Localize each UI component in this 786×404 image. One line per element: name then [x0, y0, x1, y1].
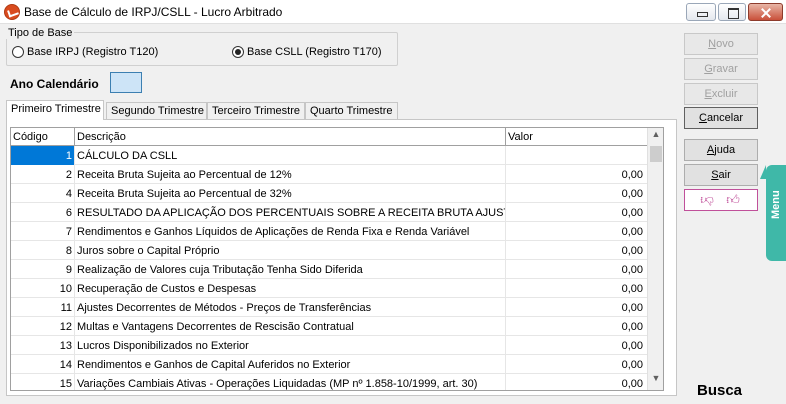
thumbs-down-icon[interactable]: 👍︎ — [699, 193, 715, 208]
grid-rows: 1 CÁLCULO DA CSLL 2 Receita Bruta Sujeit… — [11, 146, 647, 390]
radio-dot[interactable] — [12, 46, 24, 58]
app-icon — [4, 4, 20, 20]
header-descricao[interactable]: Descrição — [75, 128, 506, 146]
table-row[interactable]: 1 CÁLCULO DA CSLL — [11, 146, 647, 165]
cell-code[interactable]: 7 — [11, 222, 75, 241]
cell-desc[interactable]: Variações Cambiais Ativas - Operações Li… — [75, 374, 506, 390]
radio-dot-selected[interactable] — [232, 46, 244, 58]
tab-primeiro-trimestre[interactable]: Primeiro Trimestre — [6, 100, 104, 120]
cell-value[interactable]: 0,00 — [506, 165, 647, 184]
grid-header: Código Descrição Valor — [11, 128, 647, 146]
gravar-button[interactable]: Gravar — [684, 58, 758, 80]
table-row[interactable]: 11 Ajustes Decorrentes de Métodos - Preç… — [11, 298, 647, 317]
table-row[interactable]: 7 Rendimentos e Ganhos Líquidos de Aplic… — [11, 222, 647, 241]
cell-code[interactable]: 4 — [11, 184, 75, 203]
cell-desc[interactable]: Recuperação de Custos e Despesas — [75, 279, 506, 298]
excluir-button[interactable]: Excluir — [684, 83, 758, 105]
sair-button[interactable]: Sair — [684, 164, 758, 186]
header-codigo[interactable]: Código — [11, 128, 75, 146]
side-menu-label: Menu — [770, 190, 782, 219]
cell-code[interactable]: 11 — [11, 298, 75, 317]
scroll-thumb[interactable] — [650, 146, 662, 162]
table-row[interactable]: 2 Receita Bruta Sujeita ao Percentual de… — [11, 165, 647, 184]
table-row[interactable]: 12 Multas e Vantagens Decorrentes de Res… — [11, 317, 647, 336]
vertical-scrollbar[interactable]: ▲ ▼ — [647, 128, 663, 390]
cell-desc[interactable]: Juros sobre o Capital Próprio — [75, 241, 506, 260]
cell-desc[interactable]: RESULTADO DA APLICAÇÃO DOS PERCENTUAIS S… — [75, 203, 506, 222]
cell-code[interactable]: 6 — [11, 203, 75, 222]
cell-value[interactable]: 0,00 — [506, 279, 647, 298]
cell-code[interactable]: 8 — [11, 241, 75, 260]
ano-calendario-input[interactable] — [110, 72, 142, 93]
cell-code[interactable]: 14 — [11, 355, 75, 374]
novo-button[interactable]: Novo — [684, 33, 758, 55]
tab-quarto-trimestre[interactable]: Quarto Trimestre — [305, 102, 398, 119]
feedback-box: 👍︎ 👍︎ — [684, 189, 758, 211]
minimize-button[interactable] — [686, 3, 716, 21]
data-grid[interactable]: Código Descrição Valor 1 CÁLCULO DA CSLL… — [10, 127, 664, 391]
cell-desc[interactable]: Receita Bruta Sujeita ao Percentual de 3… — [75, 184, 506, 203]
cell-value[interactable]: 0,00 — [506, 374, 647, 390]
cell-desc[interactable]: Rendimentos e Ganhos Líquidos de Aplicaç… — [75, 222, 506, 241]
tipo-base-label: Tipo de Base — [6, 27, 75, 39]
cell-value[interactable]: 0,00 — [506, 241, 647, 260]
cell-value[interactable] — [506, 146, 647, 165]
table-row[interactable]: 6 RESULTADO DA APLICAÇÃO DOS PERCENTUAIS… — [11, 203, 647, 222]
cell-value[interactable]: 0,00 — [506, 222, 647, 241]
scroll-up-icon[interactable]: ▲ — [648, 129, 663, 145]
cell-desc[interactable]: Multas e Vantagens Decorrentes de Rescis… — [75, 317, 506, 336]
cell-code[interactable]: 2 — [11, 165, 75, 184]
cell-desc[interactable]: Ajustes Decorrentes de Métodos - Preços … — [75, 298, 506, 317]
radio-irpj-label: Base IRPJ (Registro T120) — [27, 46, 159, 58]
cell-value[interactable]: 0,00 — [506, 355, 647, 374]
ajuda-button[interactable]: Ajuda — [684, 139, 758, 161]
cell-desc[interactable]: Receita Bruta Sujeita ao Percentual de 1… — [75, 165, 506, 184]
cell-code[interactable]: 15 — [11, 374, 75, 390]
table-row[interactable]: 13 Lucros Disponibilizados no Exterior 0… — [11, 336, 647, 355]
table-row[interactable]: 9 Realização de Valores cuja Tributação … — [11, 260, 647, 279]
cell-code[interactable]: 12 — [11, 317, 75, 336]
cell-code[interactable]: 1 — [11, 146, 75, 165]
scroll-down-icon[interactable]: ▼ — [648, 373, 663, 389]
window-title: Base de Cálculo de IRPJ/CSLL - Lucro Arb… — [24, 5, 283, 19]
radio-base-csll[interactable]: Base CSLL (Registro T170) — [232, 46, 382, 58]
tab-segundo-trimestre[interactable]: Segundo Trimestre — [106, 102, 207, 119]
cell-desc[interactable]: CÁLCULO DA CSLL — [75, 146, 506, 165]
cell-value[interactable]: 0,00 — [506, 184, 647, 203]
radio-csll-label: Base CSLL (Registro T170) — [247, 46, 382, 58]
cell-value[interactable]: 0,00 — [506, 260, 647, 279]
cell-desc[interactable]: Rendimentos e Ganhos de Capital Auferido… — [75, 355, 506, 374]
cell-value[interactable]: 0,00 — [506, 317, 647, 336]
table-row[interactable]: 14 Rendimentos e Ganhos de Capital Aufer… — [11, 355, 647, 374]
cell-code[interactable]: 13 — [11, 336, 75, 355]
busca-label[interactable]: Busca — [697, 382, 742, 399]
table-row[interactable]: 10 Recuperação de Custos e Despesas 0,00 — [11, 279, 647, 298]
radio-base-irpj[interactable]: Base IRPJ (Registro T120) — [12, 46, 158, 58]
title-bar: Base de Cálculo de IRPJ/CSLL - Lucro Arb… — [0, 0, 786, 24]
cell-desc[interactable]: Realização de Valores cuja Tributação Te… — [75, 260, 506, 279]
close-button[interactable] — [748, 3, 783, 21]
cell-code[interactable]: 9 — [11, 260, 75, 279]
table-row[interactable]: 8 Juros sobre o Capital Próprio 0,00 — [11, 241, 647, 260]
cell-code[interactable]: 10 — [11, 279, 75, 298]
ano-calendario-label: Ano Calendário — [10, 77, 99, 91]
cell-value[interactable]: 0,00 — [506, 298, 647, 317]
thumbs-up-icon[interactable]: 👍︎ — [725, 193, 741, 207]
tab-terceiro-trimestre[interactable]: Terceiro Trimestre — [207, 102, 305, 119]
side-menu-tab[interactable]: Menu — [760, 165, 786, 261]
cell-value[interactable]: 0,00 — [506, 336, 647, 355]
table-row[interactable]: 15 Variações Cambiais Ativas - Operações… — [11, 374, 647, 390]
table-row[interactable]: 4 Receita Bruta Sujeita ao Percentual de… — [11, 184, 647, 203]
cell-desc[interactable]: Lucros Disponibilizados no Exterior — [75, 336, 506, 355]
cell-value[interactable]: 0,00 — [506, 203, 647, 222]
maximize-button[interactable] — [718, 3, 746, 21]
header-valor[interactable]: Valor — [506, 128, 647, 146]
cancelar-button[interactable]: Cancelar — [684, 107, 758, 129]
